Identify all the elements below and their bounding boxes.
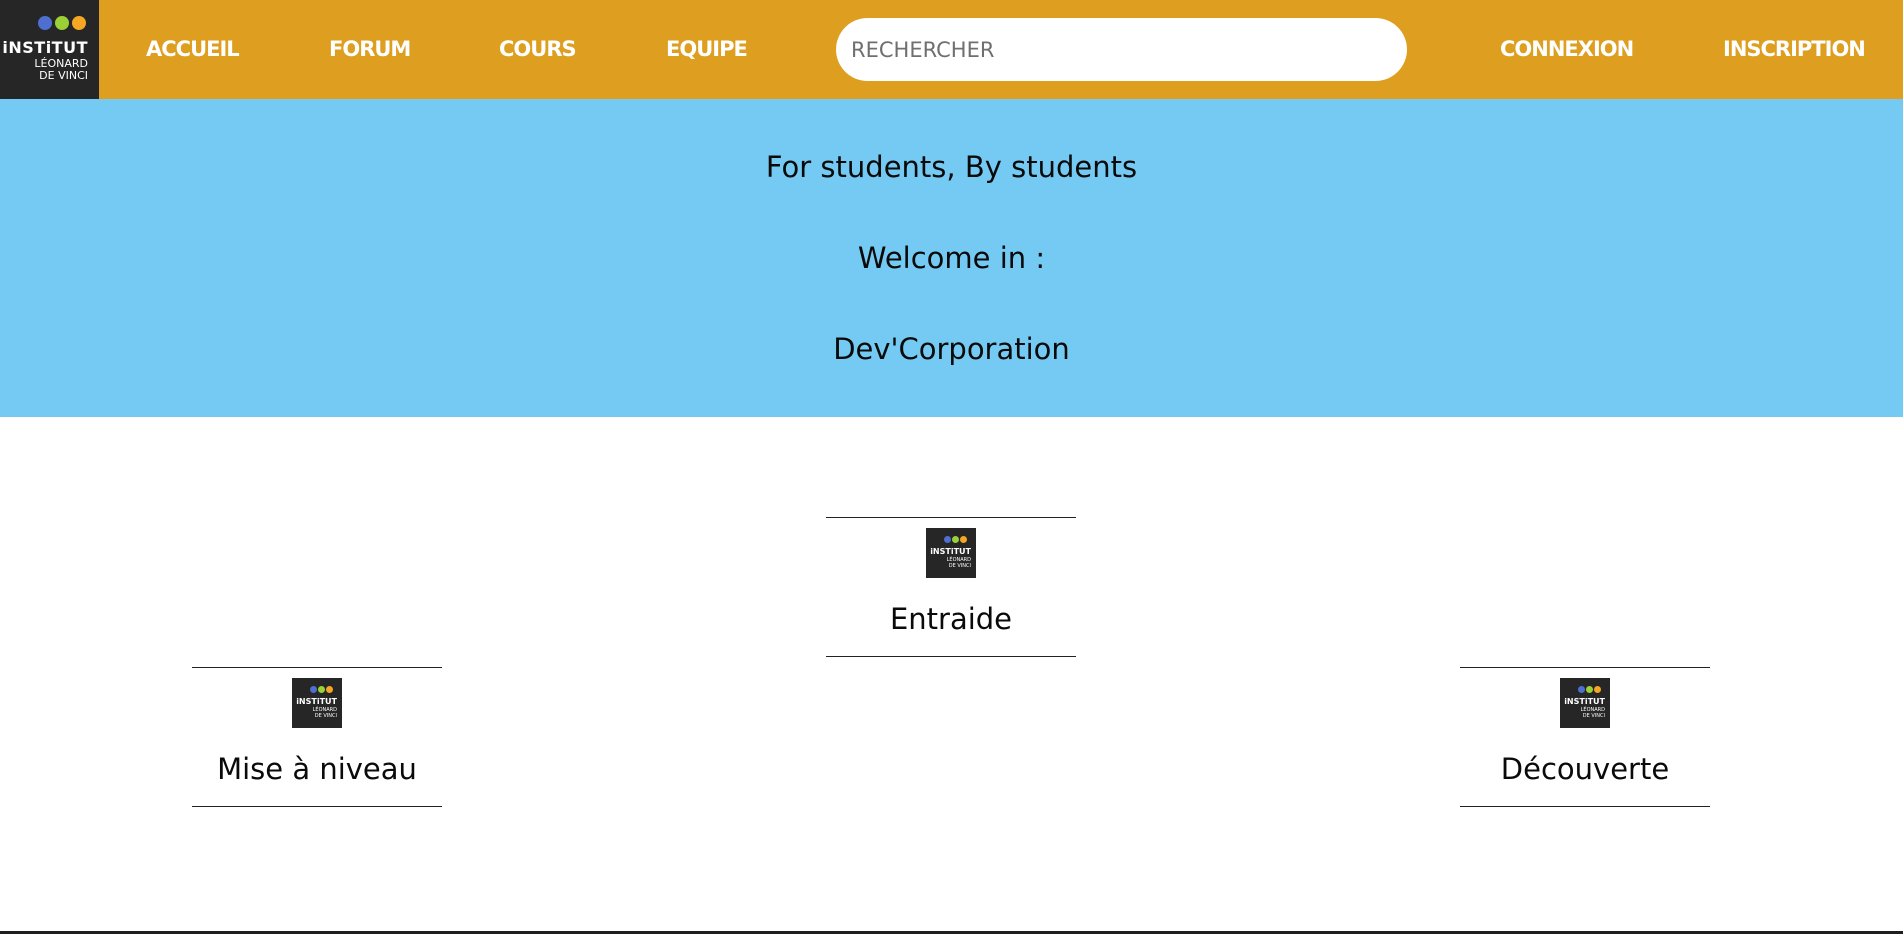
logo-dot-blue xyxy=(1578,686,1585,693)
nav-link-team[interactable]: EQUIPE xyxy=(666,0,748,99)
logo-brand-text: iNSTiTUT xyxy=(1564,697,1605,706)
logo-dot-orange xyxy=(72,16,86,30)
institut-logo[interactable]: iNSTiTUT LÉONARD DE VINCI xyxy=(0,0,99,99)
logo-dot-green xyxy=(318,686,325,693)
hero-welcome: Welcome in : xyxy=(857,241,1046,275)
logo-dot-orange xyxy=(1594,686,1601,693)
logo-dot-blue xyxy=(944,536,951,543)
institut-logo-icon: iNSTiTUT LÉONARD DE VINCI xyxy=(926,528,976,578)
nav-link-login[interactable]: CONNEXION xyxy=(1500,0,1634,99)
logo-dot-orange xyxy=(960,536,967,543)
logo-sub-text: LÉONARD DE VINCI xyxy=(313,707,337,719)
hero-tagline: For students, By students xyxy=(765,150,1138,184)
logo-sub-line-2: DE VINCI xyxy=(39,69,88,82)
search-input[interactable] xyxy=(836,18,1407,81)
logo-sub-line-2: DE VINCI xyxy=(314,713,337,719)
card-mise-a-niveau[interactable]: iNSTiTUT LÉONARD DE VINCI Mise à niveau xyxy=(192,667,442,807)
logo-dot-green xyxy=(952,536,959,543)
card-label: Découverte xyxy=(1500,752,1670,786)
logo-dot-green xyxy=(55,16,69,30)
logo-sub-text: LÉONARD DE VINCI xyxy=(947,557,971,569)
logo-dot-blue xyxy=(38,16,52,30)
nav-link-courses[interactable]: COURS xyxy=(499,0,577,99)
card-label: Mise à niveau xyxy=(217,752,417,786)
nav-link-signup[interactable]: INSCRIPTION xyxy=(1723,0,1866,99)
nav-link-forum[interactable]: FORUM xyxy=(329,0,411,99)
card-entraide[interactable]: iNSTiTUT LÉONARD DE VINCI Entraide xyxy=(826,517,1076,657)
logo-dot-orange xyxy=(326,686,333,693)
logo-dot-green xyxy=(1586,686,1593,693)
institut-logo-icon: iNSTiTUT LÉONARD DE VINCI xyxy=(292,678,342,728)
logo-sub-text: LÉONARD DE VINCI xyxy=(1581,707,1605,719)
logo-sub-line-2: DE VINCI xyxy=(948,563,971,569)
logo-brand-text: iNSTiTUT xyxy=(296,697,337,706)
logo-sub-line-2: DE VINCI xyxy=(1582,713,1605,719)
logo-sub-text: LÉONARD DE VINCI xyxy=(34,58,88,82)
card-label: Entraide xyxy=(889,602,1013,636)
nav-link-home[interactable]: ACCUEIL xyxy=(146,0,240,99)
logo-brand-text: iNSTiTUT xyxy=(2,38,88,57)
hero-org-name: Dev'Corporation xyxy=(833,332,1070,366)
logo-brand-text: iNSTiTUT xyxy=(930,547,971,556)
logo-dot-blue xyxy=(310,686,317,693)
institut-logo-icon: iNSTiTUT LÉONARD DE VINCI xyxy=(1560,678,1610,728)
hero-banner: For students, By students Welcome in : D… xyxy=(0,99,1903,417)
card-decouverte[interactable]: iNSTiTUT LÉONARD DE VINCI Découverte xyxy=(1460,667,1710,807)
top-navbar: iNSTiTUT LÉONARD DE VINCI ACCUEIL FORUM … xyxy=(0,0,1903,99)
